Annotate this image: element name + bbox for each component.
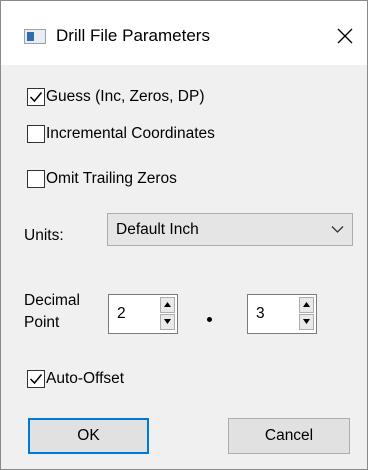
auto-offset-label: Auto-Offset bbox=[46, 370, 125, 387]
decimal-point-dot bbox=[207, 317, 212, 322]
guess-label: Guess (Inc, Zeros, DP) bbox=[46, 88, 205, 105]
decimal-point-label-line1: Decimal bbox=[24, 292, 80, 309]
arrow-up-icon bbox=[164, 302, 171, 307]
cancel-button[interactable]: Cancel bbox=[228, 418, 350, 454]
chevron-down-icon bbox=[331, 226, 344, 233]
close-button[interactable] bbox=[329, 21, 361, 51]
title-bar: Drill File Parameters bbox=[1, 1, 367, 65]
arrow-down-icon bbox=[164, 319, 171, 324]
integer-digits-value: 2 bbox=[117, 305, 126, 322]
incremental-coordinates-checkbox[interactable] bbox=[27, 125, 45, 143]
app-window-icon bbox=[24, 29, 46, 44]
guess-checkbox[interactable] bbox=[27, 88, 45, 106]
units-dropdown[interactable]: Default Inch bbox=[107, 213, 353, 246]
integer-digits-up-button[interactable] bbox=[160, 297, 175, 313]
fraction-digits-up-button[interactable] bbox=[299, 297, 314, 313]
omit-trailing-zeros-label: Omit Trailing Zeros bbox=[46, 170, 177, 187]
integer-digits-down-button[interactable] bbox=[160, 314, 175, 330]
fraction-digits-value: 3 bbox=[256, 305, 265, 322]
fraction-digits-down-button[interactable] bbox=[299, 314, 314, 330]
integer-digits-spinner[interactable]: 2 bbox=[108, 294, 178, 334]
fraction-digits-spinner[interactable]: 3 bbox=[247, 294, 317, 334]
incremental-coordinates-label: Incremental Coordinates bbox=[46, 125, 215, 142]
auto-offset-checkbox[interactable] bbox=[27, 370, 45, 388]
ok-button[interactable]: OK bbox=[28, 418, 149, 454]
units-selected-value: Default Inch bbox=[116, 221, 199, 238]
checkmark-icon bbox=[29, 92, 43, 103]
units-label: Units: bbox=[24, 227, 64, 244]
checkmark-icon bbox=[29, 374, 43, 385]
decimal-point-label-line2: Point bbox=[24, 314, 60, 331]
dialog-title: Drill File Parameters bbox=[56, 26, 210, 45]
omit-trailing-zeros-checkbox[interactable] bbox=[27, 170, 45, 188]
close-icon bbox=[337, 28, 353, 44]
arrow-down-icon bbox=[303, 319, 310, 324]
drill-file-parameters-dialog: Drill File Parameters Guess (Inc, Zeros,… bbox=[0, 0, 368, 470]
arrow-up-icon bbox=[303, 302, 310, 307]
